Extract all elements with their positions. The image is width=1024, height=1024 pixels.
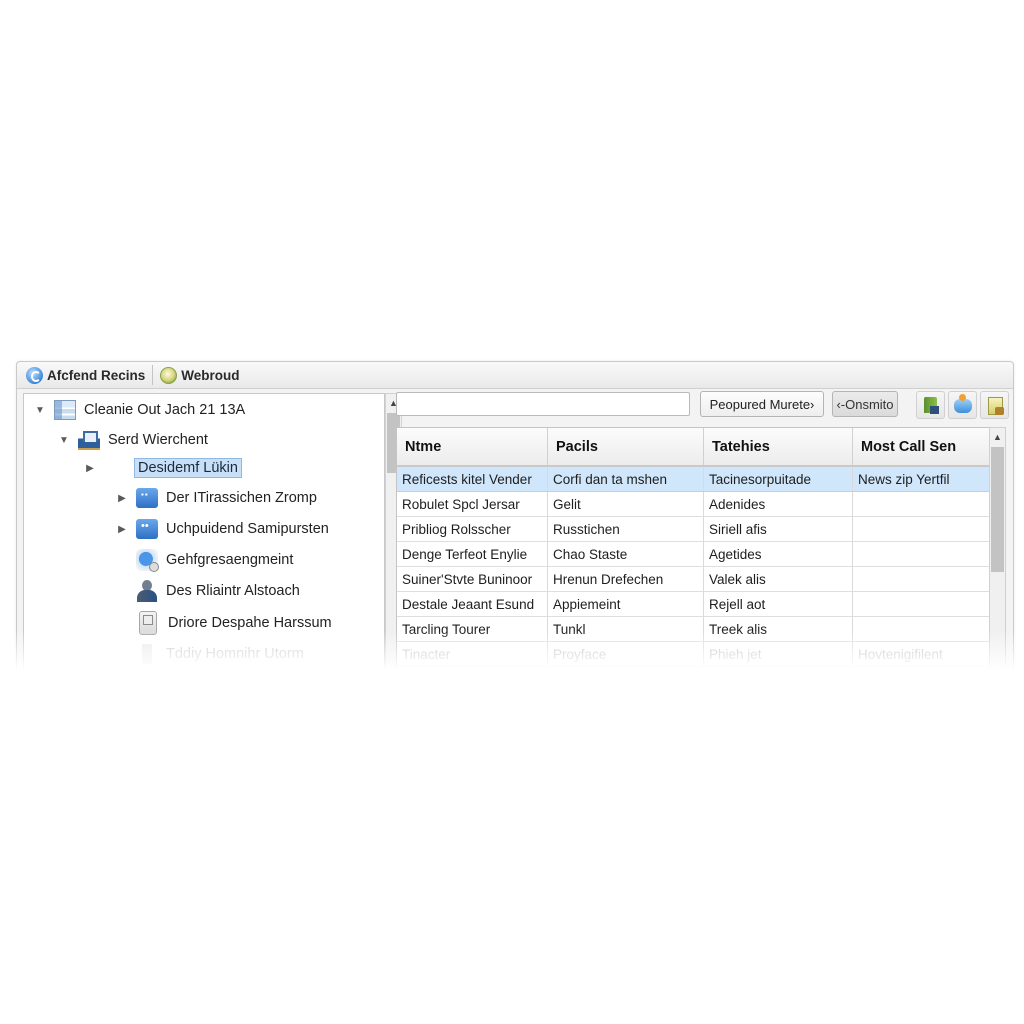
table-cell: Tinacter (397, 642, 548, 666)
table-cell: Proyface (548, 642, 704, 666)
table-cell (853, 517, 989, 541)
tree-item-label: Cleanie Out Jach 21 13A (84, 402, 246, 418)
column-header-name[interactable]: Ntme (397, 428, 548, 465)
expanded-arrow-icon[interactable]: ▼ (58, 435, 70, 446)
tree-item[interactable]: ▶ Der ITirassichen Zromp (116, 485, 317, 511)
grid-scrollbar[interactable]: ▲ (989, 427, 1006, 678)
table-cell: Treek alis (704, 617, 853, 641)
tree-item[interactable]: ▼ Serd Wierchent (58, 427, 208, 453)
table-cell: Tarcling Tourer (397, 617, 548, 641)
export-button[interactable] (916, 391, 945, 419)
upload-icon (142, 644, 152, 664)
table-cell: Pribliog Rolsscher (397, 517, 548, 541)
connect-icon (954, 394, 972, 413)
table-cell: Valek alis (704, 567, 853, 591)
table-cell: News zip Yertfil (858, 471, 950, 487)
tree-item[interactable]: Tddiy Homnihr Utorm (136, 641, 304, 667)
scroll-up-icon[interactable]: ▲ (990, 428, 1005, 446)
table-cell: Appiemeint (548, 592, 704, 616)
table-row[interactable]: Denge Terfeot Enylie Chao Staste Agetide… (397, 542, 989, 567)
tree-item-label: Der ITirassichen Zromp (166, 490, 317, 506)
table-cell: Phieh jet (704, 642, 853, 666)
table-row-selected[interactable]: Reficests kitel Vender Corfi dan ta mshe… (397, 467, 989, 492)
machine-icon (78, 430, 100, 450)
tree-item[interactable]: ▼ Cleanie Out Jach 21 13A (34, 397, 245, 423)
table-cell: Gelit (548, 492, 704, 516)
tree-item-label: Gehfgresaengmeint (166, 552, 294, 568)
globe-icon (136, 549, 159, 572)
table-cell: Tacinesorpuitade (704, 467, 853, 491)
package-icon (988, 397, 1004, 415)
device-icon (139, 611, 157, 635)
collapsed-arrow-icon[interactable]: ▶ (116, 493, 128, 504)
tab-label: Afcfend Recins (47, 367, 146, 383)
table-cell: Rejell aot (704, 592, 853, 616)
table-cell: Robulet Spcl Jersar (397, 492, 548, 516)
tree-item-label: Des Rliaintr Alstoach (166, 583, 300, 599)
web-globe-icon (160, 366, 178, 384)
data-grid: Ntme Pacils Tatehies Most Call Sen Refic… (396, 427, 990, 680)
table-cell: Reficests kitel Vender (397, 467, 548, 491)
tree-item[interactable]: ▶ Uchpuidend Samipursten (116, 516, 329, 542)
common-button[interactable]: ‹-Onsmito (832, 391, 898, 417)
table-cell: Russtichen (548, 517, 704, 541)
tree-item-label: Desidemf Lükin (134, 458, 242, 478)
table-cell (853, 492, 989, 516)
tab-bar: Afcfend Recins Webroud (17, 362, 1013, 389)
table-row[interactable]: Pribliog Rolsscher Russtichen Siriell af… (397, 517, 989, 542)
table-row[interactable]: Suiner'Stvte Buninoor Hrenun Drefechen V… (397, 567, 989, 592)
table-cell: Denge Terfeot Enylie (397, 542, 548, 566)
table-cell (853, 542, 989, 566)
table-cell: Suiner'Stvte Buninoor (397, 567, 548, 591)
table-cell: Corfi dan ta mshen (548, 467, 704, 491)
package-button[interactable] (980, 391, 1009, 419)
refresh-globe-icon (26, 366, 43, 384)
tab-separator (152, 365, 154, 385)
column-header-tatehies[interactable]: Tatehies (704, 428, 853, 465)
table-cell: Agetides (704, 542, 853, 566)
tree-item[interactable]: Driore Despahe Harssum (136, 610, 332, 636)
table-row[interactable]: Tarcling Tourer Tunkl Treek alis (397, 617, 989, 642)
table-cell (853, 617, 989, 641)
table-row[interactable]: Robulet Spcl Jersar Gelit Adenides (397, 492, 989, 517)
table-cell: Chao Staste (548, 542, 704, 566)
tab-afcfend-recins[interactable]: Afcfend Recins (21, 363, 150, 387)
person-icon (136, 580, 158, 602)
table-row[interactable]: Tinacter Proyface Phieh jet Hovtenigifil… (397, 642, 989, 667)
table-cell (853, 567, 989, 591)
expanded-arrow-icon[interactable]: ▼ (34, 405, 46, 416)
table-row[interactable]: Destale Jeaant Esund Appiemeint Rejell a… (397, 592, 989, 617)
search-input[interactable] (396, 392, 690, 416)
tree-item-selected[interactable]: ▶ Desidemf Lükin (84, 455, 242, 481)
chat-icon (136, 519, 158, 539)
scrollbar-thumb[interactable] (991, 447, 1004, 572)
tree-view: ▼ Cleanie Out Jach 21 13A ▼ Serd Wierche… (23, 393, 385, 680)
collapsed-arrow-icon[interactable]: ▶ (84, 463, 96, 474)
table-cell: Tunkl (548, 617, 704, 641)
list-window-icon (54, 400, 76, 420)
grid-header: Ntme Pacils Tatehies Most Call Sen (397, 428, 989, 467)
column-header-most-call-sen[interactable]: Most Call Sen (853, 428, 989, 465)
column-header-pacils[interactable]: Pacils (548, 428, 704, 465)
blue-box-icon (136, 488, 158, 508)
tree-item-label: Serd Wierchent (108, 432, 208, 448)
tab-label: Webroud (181, 367, 240, 383)
table-cell (853, 592, 989, 616)
tab-webroud[interactable]: Webroud (155, 363, 244, 387)
export-icon (924, 397, 939, 414)
app-window: Afcfend Recins Webroud ▼ Cleanie Out Jac… (16, 361, 1014, 680)
collapsed-arrow-icon[interactable]: ▶ (116, 524, 128, 535)
prepared-button[interactable]: Peopured Murete› (700, 391, 824, 417)
table-cell: Hrenun Drefechen (548, 567, 704, 591)
tree-item-label: Tddiy Homnihr Utorm (166, 646, 304, 662)
tree-item[interactable]: Gehfgresaengmeint (136, 547, 293, 573)
table-cell: Adenides (704, 492, 853, 516)
table-cell: Destale Jeaant Esund (397, 592, 548, 616)
tree-item-label: Driore Despahe Harssum (168, 615, 332, 631)
connect-button[interactable] (948, 391, 977, 419)
table-cell: Siriell afis (704, 517, 853, 541)
tree-item-label: Uchpuidend Samipursten (166, 521, 329, 537)
tree-item[interactable]: Des Rliaintr Alstoach (136, 578, 300, 604)
table-cell: Hovtenigifilent (858, 646, 943, 662)
